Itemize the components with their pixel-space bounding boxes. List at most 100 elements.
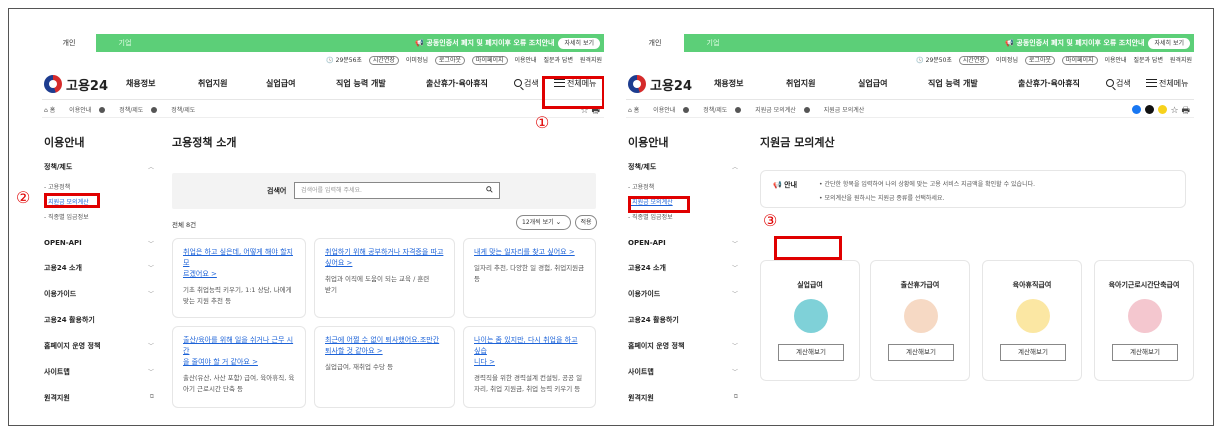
side-item-policy[interactable]: - 고용정책 [628, 182, 740, 191]
per-page-select[interactable]: 12개씩 보기 ⌄ [516, 215, 571, 230]
nav-item-unemployment[interactable]: 실업급여 [266, 68, 295, 100]
calculate-button[interactable]: 계산해보기 [1112, 344, 1178, 361]
all-menu-label: 전체메뉴 [1159, 79, 1189, 88]
info-box: 📢 안내 • 간단한 항목을 입력하여 나의 상황에 맞는 고용 서비스 지급액… [760, 170, 1186, 208]
kakao-icon[interactable] [1157, 105, 1167, 114]
card-link[interactable]: 내게 맞는 일자리를 찾고 싶어요 > [474, 247, 585, 258]
nav-item-unemployment[interactable]: 실업급여 [858, 68, 887, 100]
calculate-button[interactable]: 계산해보기 [888, 344, 954, 361]
search-button[interactable]: 검색 [514, 68, 539, 100]
baby-illustration-icon [1016, 299, 1050, 333]
nav-item-employment[interactable]: 취업지원 [786, 68, 815, 100]
benefit-card[interactable]: 육아휴직급여 계산해보기 [982, 260, 1082, 381]
side-item-policy-ops[interactable]: 홈페이지 운영 정책 ﹀ [44, 341, 156, 351]
remote-link[interactable]: 원격지원 [580, 57, 602, 64]
logout-button[interactable]: 로그아웃 [1024, 56, 1055, 65]
tab-business[interactable]: 기업 [98, 34, 152, 52]
nav-item-training[interactable]: 직업 능력 개발 [928, 68, 978, 100]
flower-illustration-icon [1128, 299, 1162, 333]
policy-card[interactable]: 취업하기 위해 공부하거나 자격증을 따고 싶어요 > 취업과 이직에 도움이 … [314, 238, 455, 318]
logout-button[interactable]: 로그아웃 [434, 56, 465, 65]
policy-card[interactable]: 나이는 좀 있지만, 다시 취업을 하고 싶습 니다 > 경력직을 위한 경력설… [463, 326, 596, 408]
card-link[interactable]: 취업은 하고 싶은데, 어떻게 해야 할지 모 [183, 247, 295, 269]
side-item-wage[interactable]: - 직종별 임금정보 [44, 212, 156, 221]
guide-link[interactable]: 이용안내 [514, 57, 536, 64]
mypage-button[interactable]: 마이페이지 [1061, 56, 1098, 65]
card-link[interactable]: 취업하기 위해 공부하거나 자격증을 따고 [325, 247, 444, 258]
side-item-guide[interactable]: 이용가이드 ﹀ [44, 289, 156, 299]
nav-item-parental[interactable]: 출산휴가·육아휴직 [1018, 68, 1080, 100]
breadcrumb: ⌂ 홈 이용안내 정책/제도 정책/제도 ☆ 🖶 [42, 100, 604, 118]
card-link[interactable]: 싶어요 > [325, 258, 444, 269]
side-item-policy[interactable]: - 고용정책 [44, 182, 156, 191]
notice-detail-button[interactable]: 자세히 보기 [558, 37, 600, 49]
card-link[interactable]: 퇴사할 것 같아요 > [325, 346, 444, 357]
side-item-use[interactable]: 고용24 활용하기 [44, 315, 156, 325]
crumb-policy[interactable]: 정책/제도 [119, 107, 163, 114]
search-button[interactable]: 검색 [1106, 68, 1131, 100]
faq-link[interactable]: 질문과 답변 [1133, 57, 1163, 64]
card-link[interactable]: 르겠어요 > [183, 269, 295, 280]
benefit-card[interactable]: 육아기근로시간단축급여 계산해보기 [1094, 260, 1194, 381]
crumb-guide[interactable]: 이용안내 [69, 107, 111, 114]
crumb-policy[interactable]: 정책/제도 [703, 107, 747, 114]
side-item-about[interactable]: 고용24 소개 ﹀ [44, 263, 156, 273]
side-item-about[interactable]: 고용24 소개 ﹀ [628, 263, 740, 273]
tab-business[interactable]: 기업 [686, 34, 740, 52]
tab-personal[interactable]: 개인 [42, 34, 96, 52]
faq-link[interactable]: 질문과 답변 [543, 57, 573, 64]
policy-card[interactable]: 내게 맞는 일자리를 찾고 싶어요 > 일자리 추천, 다양한 일 경험, 취업… [463, 238, 596, 318]
nav-item-parental[interactable]: 출산휴가·육아휴직 [426, 68, 488, 100]
side-item-sitemap[interactable]: 사이트맵 ﹀ [44, 367, 156, 377]
card-link[interactable]: 을 줄여야 할 거 같아요 > [183, 357, 295, 368]
card-link[interactable]: 니다 > [474, 357, 585, 368]
nav-item-training[interactable]: 직업 능력 개발 [336, 68, 386, 100]
logo[interactable]: 고용24 [44, 75, 108, 94]
home-icon[interactable]: ⌂ 홈 [628, 107, 645, 114]
card-link[interactable]: 출산/육아를 위해 일을 쉬거나 근무 시간 [183, 335, 295, 357]
calculate-button[interactable]: 계산해보기 [778, 344, 844, 361]
extend-time-button[interactable]: 시간연장 [368, 56, 399, 65]
notice-detail-button[interactable]: 자세히 보기 [1148, 37, 1190, 49]
logo[interactable]: 고용24 [628, 75, 692, 94]
side-item-wage[interactable]: - 직종별 임금정보 [628, 212, 740, 221]
nav-item-employment[interactable]: 취업지원 [198, 68, 227, 100]
side-item-openapi[interactable]: OPEN-API ﹀ [44, 239, 156, 248]
side-section-policy[interactable]: 정책/제도 ︿ [628, 162, 740, 172]
side-section-policy[interactable]: 정책/제도 ︿ [44, 162, 156, 172]
card-link[interactable]: 나이는 좀 있지만, 다시 취업을 하고 싶습 [474, 335, 585, 357]
policy-card[interactable]: 출산/육아를 위해 일을 쉬거나 근무 시간 을 줄여야 할 거 같아요 > 출… [172, 326, 306, 408]
side-item-sitemap[interactable]: 사이트맵 ﹀ [628, 367, 740, 377]
apply-button[interactable]: 적용 [575, 215, 597, 230]
home-icon[interactable]: ⌂ 홈 [44, 107, 61, 114]
side-item-use[interactable]: 고용24 활용하기 [628, 315, 740, 325]
logo-mark-icon [628, 75, 646, 93]
side-item-guide[interactable]: 이용가이드 ﹀ [628, 289, 740, 299]
mypage-button[interactable]: 마이페이지 [471, 56, 508, 65]
side-item-remote[interactable]: 원격지원 ⧉ [44, 393, 156, 403]
facebook-icon[interactable] [1131, 105, 1141, 114]
card-link[interactable]: 최근에 어쩔 수 없이 퇴사했어요.조만간 [325, 335, 444, 346]
side-item-openapi[interactable]: OPEN-API ﹀ [628, 239, 740, 248]
policy-card[interactable]: 취업은 하고 싶은데, 어떻게 해야 할지 모 르겠어요 > 기초 취업능력 키… [172, 238, 306, 318]
side-item-remote[interactable]: 원격지원 ⧉ [628, 393, 740, 403]
print-icon[interactable]: 🖶 [1182, 106, 1191, 116]
all-menu-button[interactable]: 전체메뉴 [1146, 68, 1188, 100]
nav-item-jobs[interactable]: 채용정보 [714, 68, 743, 100]
star-icon[interactable]: ☆ [1171, 106, 1179, 116]
policy-card[interactable]: 최근에 어쩔 수 없이 퇴사했어요.조만간 퇴사할 것 같아요 > 실업급여, … [314, 326, 455, 408]
nav-item-jobs[interactable]: 채용정보 [126, 68, 155, 100]
search-input[interactable]: 검색어를 입력해 주세요. [294, 182, 500, 199]
util-bar: 🕓 29분50초 시간연장 이미정님 로그아웃 마이페이지 이용안내 질문과 답변… [626, 52, 1194, 68]
calculate-button[interactable]: 계산해보기 [1000, 344, 1066, 361]
guide-link[interactable]: 이용안내 [1104, 57, 1126, 64]
side-item-policy-ops[interactable]: 홈페이지 운영 정책 ﹀ [628, 341, 740, 351]
crumb-guide[interactable]: 이용안내 [653, 107, 695, 114]
tab-personal[interactable]: 개인 [626, 34, 684, 52]
benefit-card[interactable]: 출산휴가급여 계산해보기 [870, 260, 970, 381]
extend-time-button[interactable]: 시간연장 [958, 56, 989, 65]
benefit-card[interactable]: 실업급여 계산해보기 [760, 260, 860, 381]
crumb-simulator[interactable]: 지원금 모의계산 [755, 107, 816, 114]
x-icon[interactable] [1144, 105, 1154, 114]
remote-link[interactable]: 원격지원 [1170, 57, 1192, 64]
